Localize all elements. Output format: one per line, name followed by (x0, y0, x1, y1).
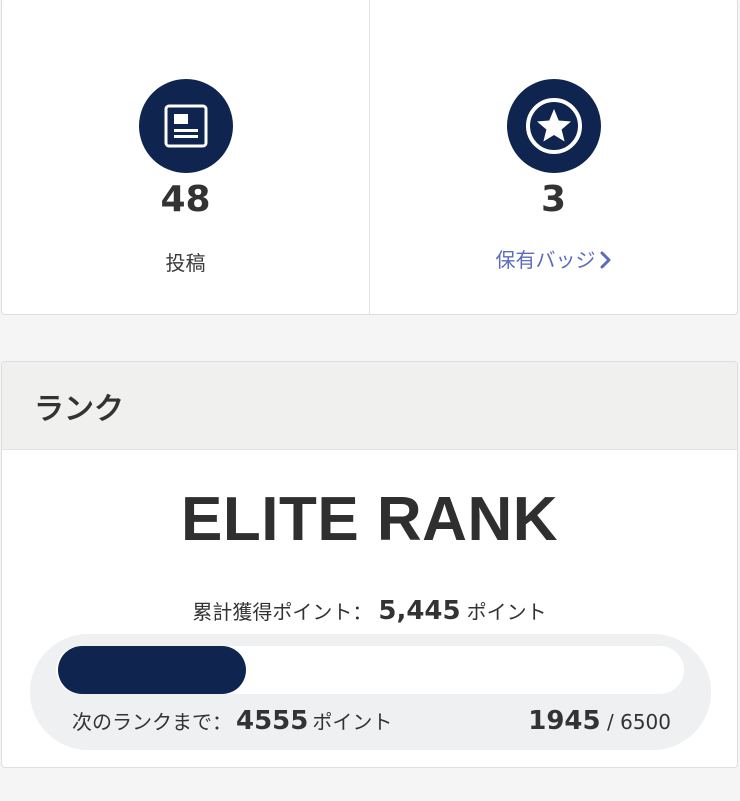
rank-card: ランク ELITE RANK 累計獲得ポイント： 5,445 ポイント 次のランクま… (1, 361, 738, 768)
next-rank-line: 次のランクまで： 4555 ポイント (72, 706, 392, 736)
total-points-value: 5,445 (378, 596, 461, 626)
progress-current: 1945 (528, 706, 601, 736)
posts-label: 投稿 (165, 251, 206, 275)
badges-count: 3 (540, 179, 567, 220)
rank-section-title: ランク (2, 362, 737, 450)
chevron-right-icon (600, 250, 612, 274)
rank-name: ELITE RANK (181, 485, 558, 554)
total-points-line: 累計獲得ポイント： 5,445 ポイント (2, 596, 737, 626)
progress-separator: / (606, 710, 614, 734)
posts-stat: 48 投稿 (2, 0, 369, 314)
next-rank-unit: ポイント (312, 710, 393, 734)
total-points-label: 累計獲得ポイント： (192, 600, 373, 624)
next-rank-points: 4555 (236, 706, 309, 736)
stats-card: 48 投稿 3 保有バッジ (1, 0, 738, 315)
total-points-unit: ポイント (466, 600, 547, 624)
rank-progress-track (56, 646, 684, 694)
badges-stat: 3 保有バッジ (369, 0, 737, 314)
badges-link[interactable]: 保有バッジ (370, 244, 737, 274)
next-rank-label: 次のランクまで： (72, 710, 232, 734)
posts-count: 48 (160, 179, 211, 220)
progress-max: 6500 (620, 710, 671, 734)
star-badge-icon (506, 79, 601, 173)
article-icon (138, 79, 233, 173)
rank-progress-panel: 次のランクまで： 4555 ポイント 1945 / 6500 (30, 634, 711, 750)
progress-ratio: 1945 / 6500 (528, 706, 671, 736)
rank-progress-fill (58, 646, 246, 694)
badges-link-label: 保有バッジ (495, 248, 596, 272)
